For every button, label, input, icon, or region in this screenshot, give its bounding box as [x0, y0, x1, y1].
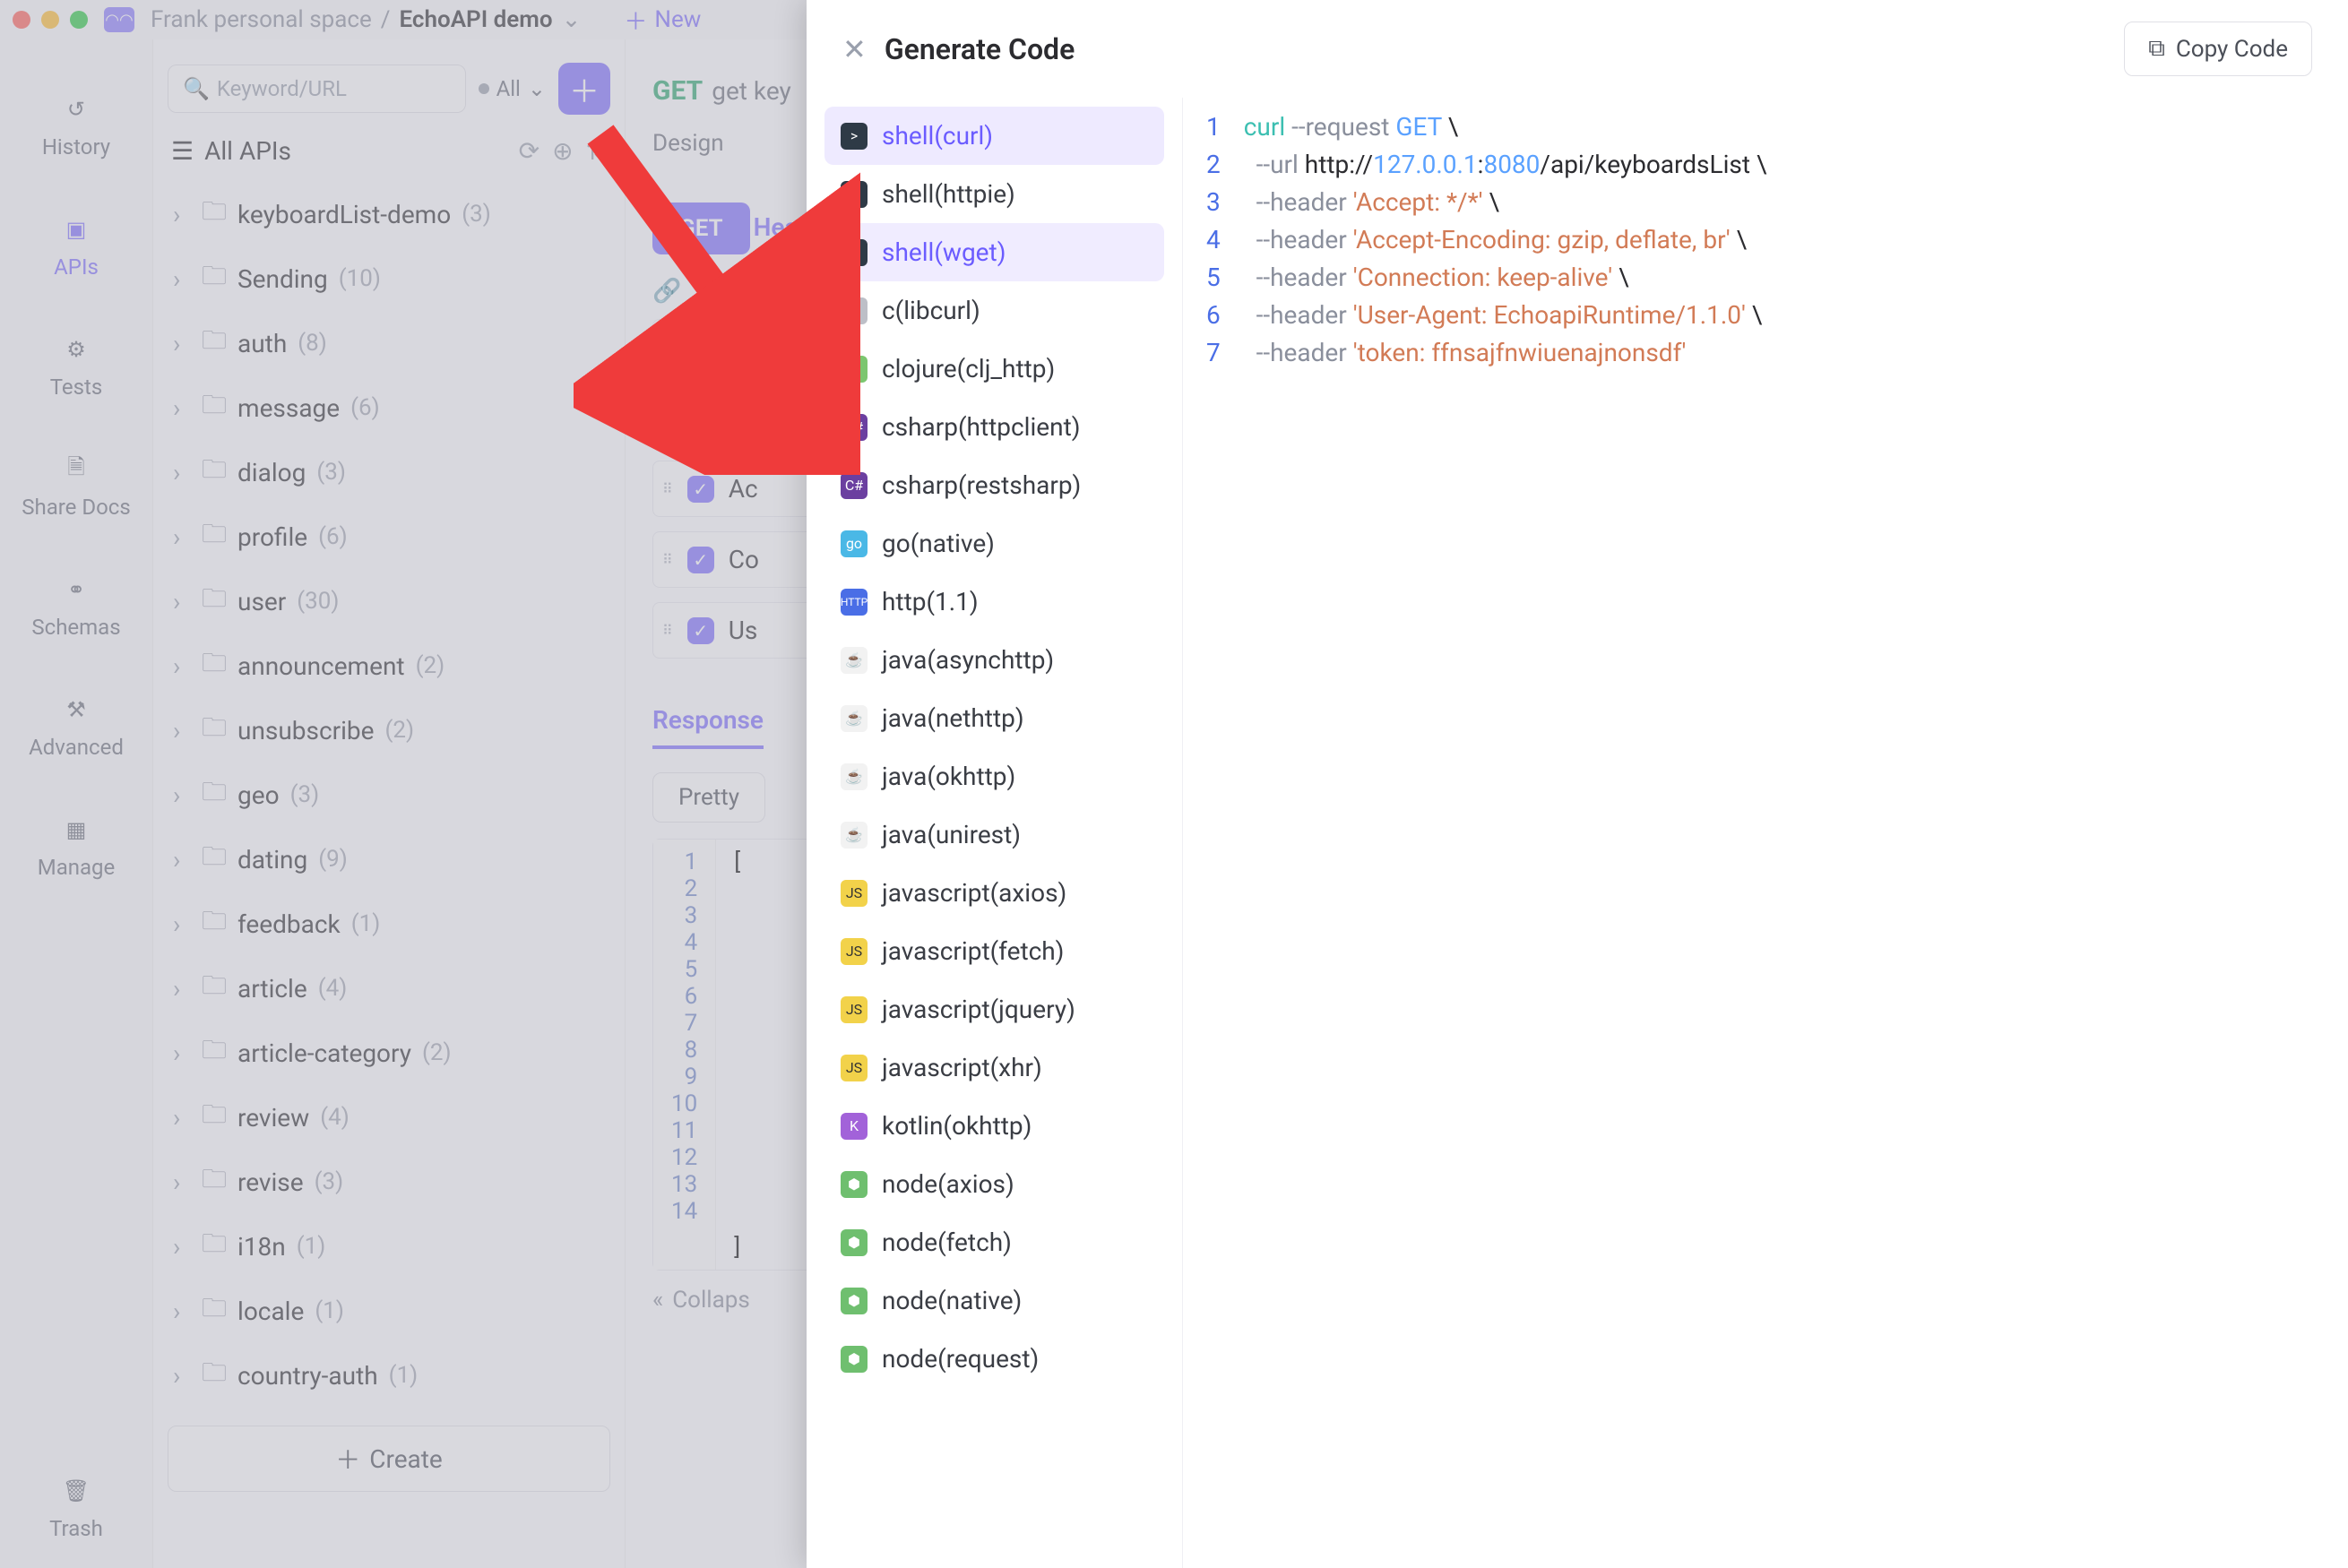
node-icon: ⬢	[841, 1288, 868, 1314]
java-icon: ☕	[841, 763, 868, 790]
js-icon: JS	[841, 938, 868, 965]
java-icon: ☕	[841, 647, 868, 674]
lang-label: node(native)	[882, 1286, 1022, 1315]
shell-icon: >	[841, 181, 868, 208]
lang-item[interactable]: > shell(curl)	[824, 107, 1164, 165]
copy-code-button[interactable]: ⧉Copy Code	[2124, 22, 2312, 76]
lang-item[interactable]: > shell(wget)	[824, 223, 1164, 281]
lang-label: java(nethttp)	[882, 703, 1024, 733]
lang-item[interactable]: ☕ java(okhttp)	[824, 747, 1164, 806]
lang-label: c(libcurl)	[882, 296, 980, 325]
go-icon: go	[841, 530, 868, 557]
lang-label: shell(wget)	[882, 237, 1006, 267]
lang-item[interactable]: ☕ java(unirest)	[824, 806, 1164, 864]
lang-item[interactable]: > shell(httpie)	[824, 165, 1164, 223]
close-icon[interactable]: ✕	[842, 32, 867, 66]
lang-label: javascript(fetch)	[882, 936, 1064, 966]
lang-item[interactable]: JS javascript(axios)	[824, 864, 1164, 922]
js-icon: JS	[841, 1055, 868, 1081]
lang-item[interactable]: JS javascript(xhr)	[824, 1038, 1164, 1097]
lang-label: javascript(jquery)	[882, 995, 1075, 1024]
lang-item[interactable]: Kkotlin(okhttp)	[824, 1097, 1164, 1155]
lang-item[interactable]: ⬢ node(axios)	[824, 1155, 1164, 1213]
cs-icon: C#	[841, 472, 868, 499]
c-icon: C	[841, 297, 868, 324]
lang-item[interactable]: HTTP http(1.1)	[824, 573, 1164, 631]
clj-icon: λ	[841, 356, 868, 383]
kotlin-icon: K	[841, 1113, 868, 1140]
lang-label: javascript(axios)	[882, 878, 1066, 908]
lang-label: csharp(httpclient)	[882, 412, 1081, 442]
generate-code-panel: ✕ Generate Code ⧉Copy Code >shell(curl)>…	[807, 0, 2348, 1568]
cs-icon: C#	[841, 414, 868, 441]
panel-title: Generate Code	[885, 32, 1075, 66]
lang-item[interactable]: ⬢ node(fetch)	[824, 1213, 1164, 1271]
lang-item[interactable]: ⬢ node(request)	[824, 1330, 1164, 1388]
lang-item[interactable]: JS javascript(fetch)	[824, 922, 1164, 980]
lang-label: clojure(clj_http)	[882, 354, 1055, 383]
lang-item[interactable]: C# csharp(httpclient)	[824, 398, 1164, 456]
node-icon: ⬢	[841, 1171, 868, 1198]
lang-label: node(axios)	[882, 1169, 1014, 1199]
shell-icon: >	[841, 239, 868, 266]
lang-item[interactable]: JS javascript(jquery)	[824, 980, 1164, 1038]
lang-label: go(native)	[882, 529, 995, 558]
shell-icon: >	[841, 123, 868, 150]
node-icon: ⬢	[841, 1346, 868, 1373]
language-list: > shell(curl) > shell(httpie) > shell(wget) Cc…	[807, 98, 1183, 1568]
lang-item[interactable]: C# csharp(restsharp)	[824, 456, 1164, 514]
js-icon: JS	[841, 880, 868, 907]
lang-item[interactable]: ⬢ node(native)	[824, 1271, 1164, 1330]
java-icon: ☕	[841, 822, 868, 849]
lang-label: node(request)	[882, 1344, 1039, 1374]
lang-label: java(unirest)	[882, 820, 1021, 849]
lang-label: java(okhttp)	[882, 762, 1015, 791]
lang-label: csharp(restsharp)	[882, 470, 1081, 500]
http-icon: HTTP	[841, 589, 868, 616]
lang-item[interactable]: Cc(libcurl)	[824, 281, 1164, 340]
lang-item[interactable]: ☕ java(asynchttp)	[824, 631, 1164, 689]
node-icon: ⬢	[841, 1229, 868, 1256]
lang-label: java(asynchttp)	[882, 645, 1054, 675]
lang-label: http(1.1)	[882, 587, 979, 616]
lang-label: shell(httpie)	[882, 179, 1015, 209]
code-view[interactable]: 1234567 curl --request GET \ --url http:…	[1183, 98, 2348, 1568]
lang-label: kotlin(okhttp)	[882, 1111, 1032, 1141]
lang-item[interactable]: ☕ java(nethttp)	[824, 689, 1164, 747]
lang-label: javascript(xhr)	[882, 1053, 1042, 1082]
copy-icon: ⧉	[2148, 35, 2165, 63]
lang-label: shell(curl)	[882, 121, 993, 151]
lang-item[interactable]: go go(native)	[824, 514, 1164, 573]
js-icon: JS	[841, 996, 868, 1023]
lang-item[interactable]: λ clojure(clj_http)	[824, 340, 1164, 398]
java-icon: ☕	[841, 705, 868, 732]
lang-label: node(fetch)	[882, 1228, 1012, 1257]
